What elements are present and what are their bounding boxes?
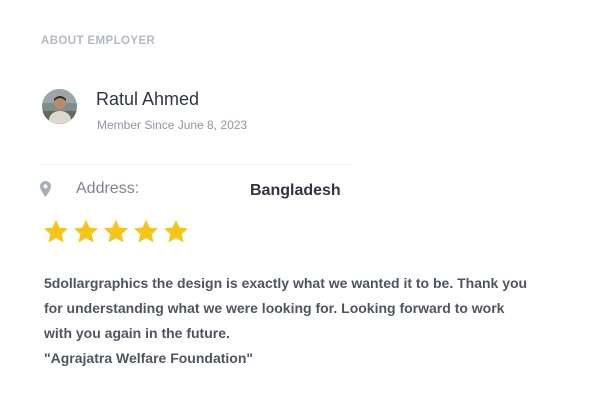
employer-name: Ratul Ahmed [96,89,200,109]
user-avatar-icon [42,89,77,124]
star-rating [42,218,190,248]
section-title: ABOUT EMPLOYER [41,35,156,47]
member-since-text: Member Since June 8, 2023 [97,118,248,132]
star-icon [163,219,189,243]
star-icon [43,219,69,243]
review-body: 5dollargraphics the design is exactly wh… [44,275,528,341]
star-icon [133,219,159,243]
address-label: Address: [76,180,140,197]
star-icon [73,219,99,243]
review-text: 5dollargraphics the design is exactly wh… [44,271,534,371]
star-icon [103,219,129,243]
about-employer-card: ABOUT EMPLOYER Ratul Ahmed Member Since … [0,0,600,400]
avatar [42,89,77,124]
divider [40,164,352,165]
map-pin-icon [40,181,51,197]
address-value: Bangladesh [250,182,341,199]
review-signature: "Agrajatra Welfare Foundation" [44,350,254,366]
